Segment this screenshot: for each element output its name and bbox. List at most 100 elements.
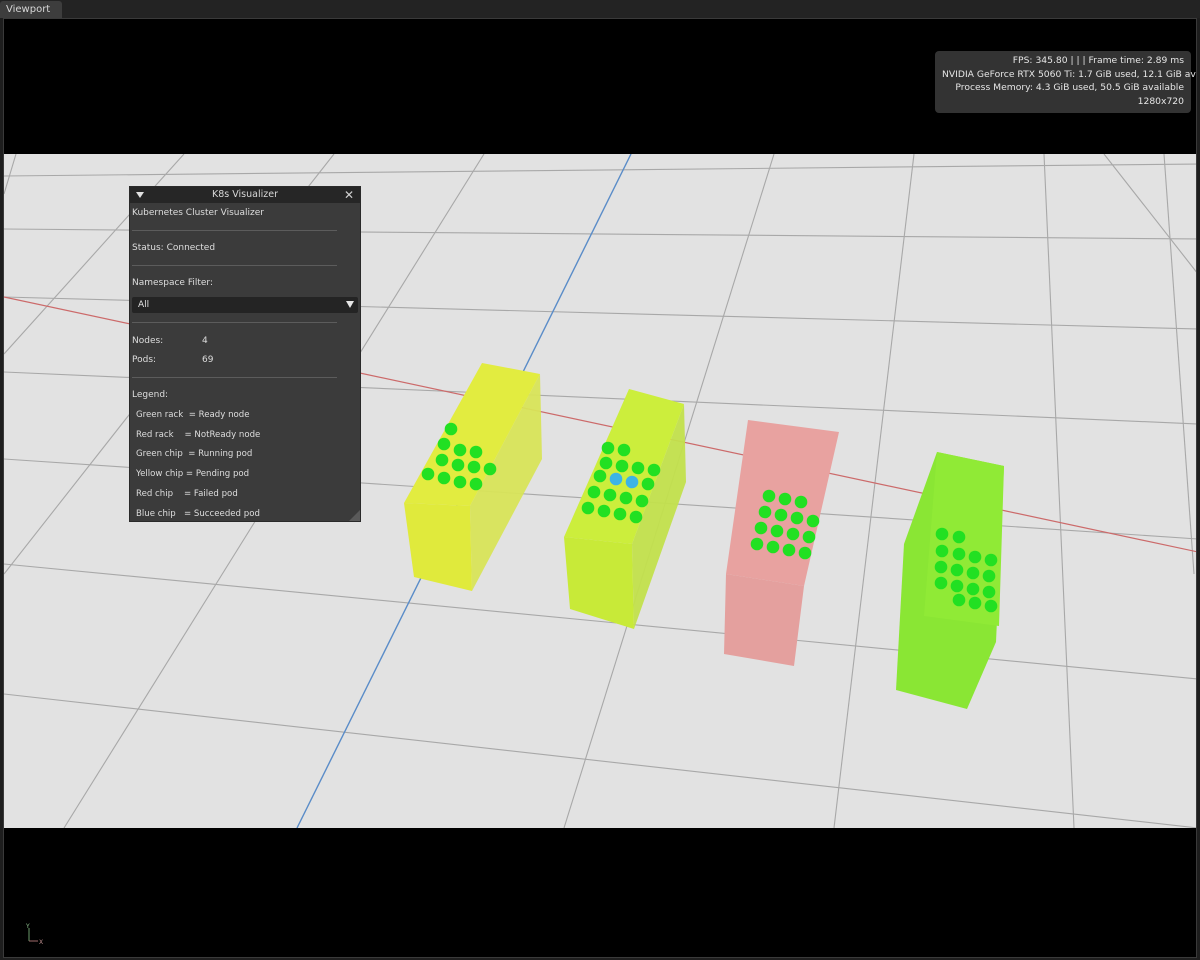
pod-chip[interactable] [770,524,784,538]
pod-chip[interactable] [453,475,467,489]
collapse-triangle-icon[interactable] [136,192,144,198]
pod-chip[interactable] [935,527,949,541]
pods-count: 69 [202,355,214,365]
pod-chip[interactable] [982,585,996,599]
k8s-visualizer-window[interactable]: K8s Visualizer ✕ Kubernetes Cluster Visu… [129,186,361,522]
pod-chip[interactable] [934,576,948,590]
gizmo-x-label: X [39,939,43,946]
gpu-readout: NVIDIA GeForce RTX 5060 Ti: 1.7 GiB used… [942,68,1196,80]
pod-chip[interactable] [581,501,595,515]
pod-chip[interactable] [935,544,949,558]
performance-overlay: FPS: 345.80 | | | Frame time: 2.89 ms NV… [935,51,1196,113]
pod-chip[interactable] [631,461,645,475]
pod-chip[interactable] [603,488,617,502]
pod-chip[interactable] [934,560,948,574]
pod-chip[interactable] [966,566,980,580]
pod-chip[interactable] [778,492,792,506]
pod-chip[interactable] [469,477,483,491]
memory-readout: Process Memory: 4.3 GiB used, 50.5 GiB a… [955,82,1184,93]
pod-chip[interactable] [984,599,998,613]
pod-chip[interactable] [802,530,816,544]
legend-item: Green rack = Ready node [136,410,250,420]
pod-chip[interactable] [641,477,655,491]
fps-readout: FPS: 345.80 | | | Frame time: 2.89 ms [1012,55,1184,66]
pod-chip[interactable] [952,593,966,607]
pod-chip[interactable] [617,443,631,457]
pod-chip[interactable] [451,458,465,472]
dropdown-arrow-icon[interactable] [346,301,354,308]
pod-chip[interactable] [952,547,966,561]
tab-viewport[interactable]: Viewport [0,1,62,18]
legend-item: Blue chip = Succeeded pod [136,509,260,519]
pod-chip[interactable] [615,459,629,473]
pod-chip[interactable] [613,507,627,521]
tab-bar: Viewport [0,0,1200,18]
pods-label: Pods: [132,355,157,365]
pod-chip[interactable] [968,550,982,564]
divider [132,377,337,378]
axis-gizmo-icon: Y X [25,923,43,946]
legend-item: Red chip = Failed pod [136,489,238,499]
legend-heading: Legend: [132,390,169,400]
pod-chip[interactable] [982,569,996,583]
pod-chip[interactable] [968,596,982,610]
window-title-bar[interactable]: K8s Visualizer ✕ [130,187,360,203]
legend-item: Green chip = Running pod [136,449,253,459]
pod-chip[interactable] [635,494,649,508]
pod-chip[interactable] [794,495,808,509]
pod-chip[interactable] [774,508,788,522]
pod-chip[interactable] [798,546,812,560]
pod-chip[interactable] [950,579,964,593]
pod-chip[interactable] [629,510,643,524]
nodes-count: 4 [202,336,208,346]
namespace-selected-value: All [138,300,150,310]
pod-chip[interactable] [467,460,481,474]
pod-chip[interactable] [421,467,435,481]
pod-chip[interactable] [766,540,780,554]
pod-chip[interactable] [762,489,776,503]
pod-chip[interactable] [599,456,613,470]
window-title: K8s Visualizer [212,189,278,200]
pod-chip[interactable] [647,463,661,477]
pod-chip[interactable] [435,453,449,467]
pod-chip[interactable] [750,537,764,551]
close-icon[interactable]: ✕ [344,187,354,203]
pod-chip[interactable] [601,441,615,455]
pod-chip[interactable] [483,462,497,476]
legend-item: Yellow chip = Pending pod [136,469,250,479]
pod-chip[interactable] [587,485,601,499]
pod-chip[interactable] [952,530,966,544]
pod-chip[interactable] [437,471,451,485]
connection-status: Status: Connected [132,243,216,253]
nodes-label: Nodes: [132,336,164,346]
pod-chip[interactable] [437,437,451,451]
namespace-filter-label: Namespace Filter: [132,278,213,288]
namespace-filter-dropdown[interactable]: All [132,297,358,313]
pod-chip[interactable] [619,491,633,505]
pod-chip[interactable] [966,582,980,596]
viewport[interactable]: FPS: 345.80 | | | Frame time: 2.89 ms NV… [3,18,1197,958]
pod-chip[interactable] [984,553,998,567]
pod-chip[interactable] [625,475,639,489]
pod-chip[interactable] [790,511,804,525]
legend-item: Red rack = NotReady node [136,430,261,440]
pod-chip[interactable] [754,521,768,535]
pod-chip[interactable] [597,504,611,518]
pod-chip[interactable] [782,543,796,557]
gizmo-y-label: Y [25,923,30,930]
pod-chip[interactable] [950,563,964,577]
resize-grip[interactable] [349,510,360,521]
pod-chip[interactable] [786,527,800,541]
pod-chip[interactable] [758,505,772,519]
panel-heading: Kubernetes Cluster Visualizer [132,208,264,218]
pod-chip[interactable] [444,422,458,436]
divider [132,265,337,266]
divider [132,230,337,231]
pod-chip[interactable] [806,514,820,528]
pod-chip[interactable] [469,445,483,459]
pod-chip[interactable] [609,472,623,486]
resolution-readout: 1280x720 [1137,95,1184,107]
pod-chip[interactable] [593,469,607,483]
divider [132,322,337,323]
pod-chip[interactable] [453,443,467,457]
